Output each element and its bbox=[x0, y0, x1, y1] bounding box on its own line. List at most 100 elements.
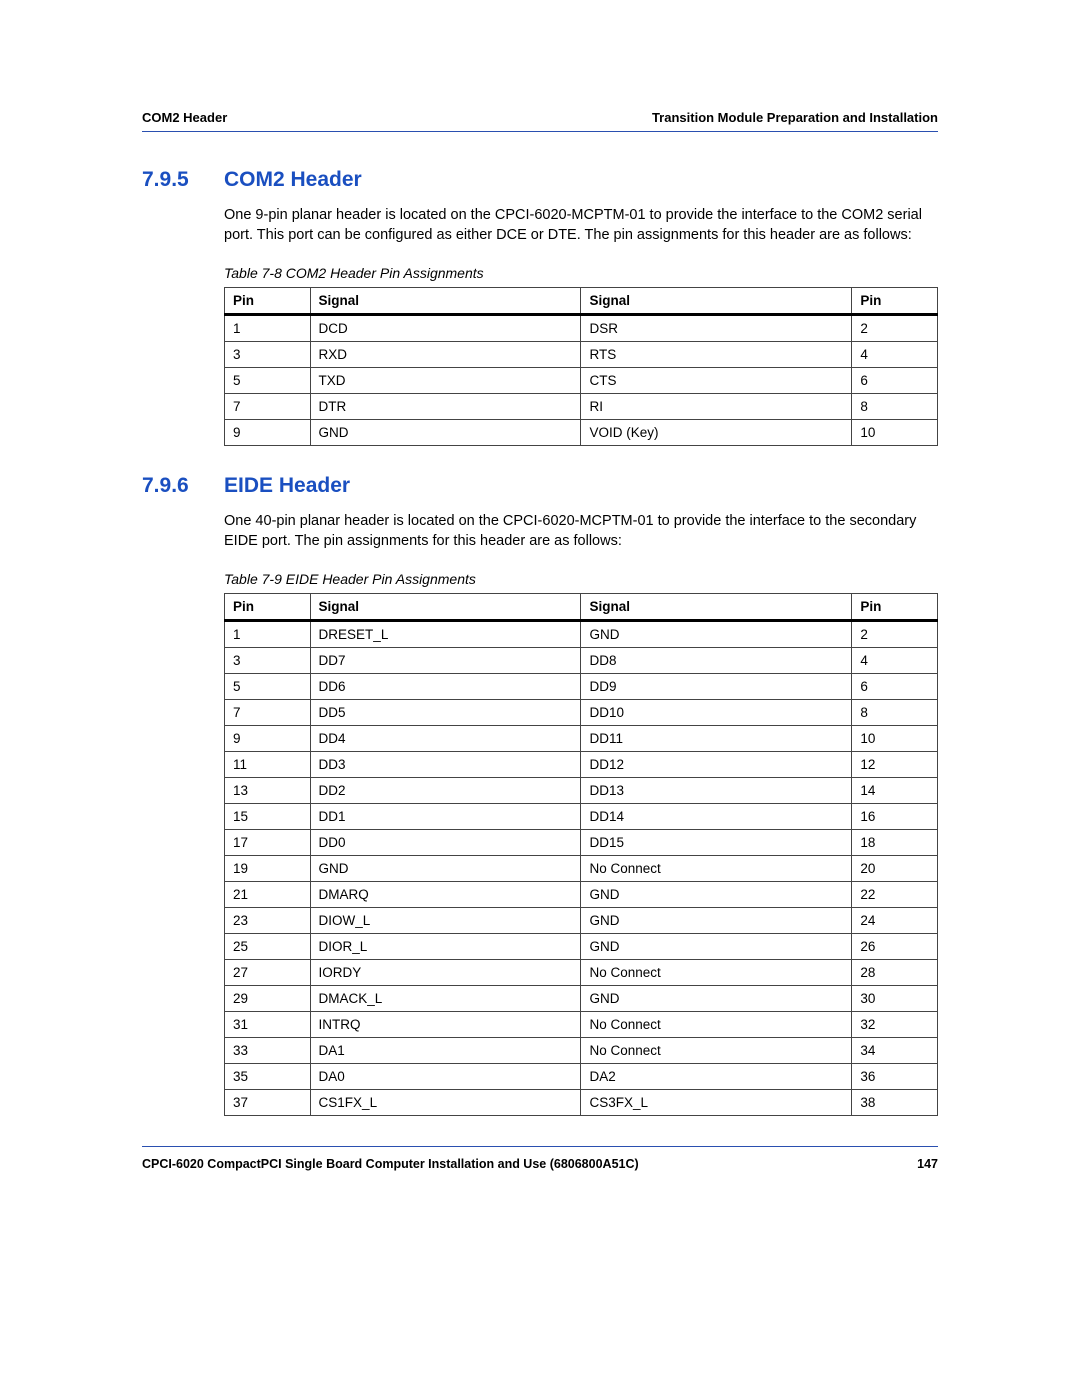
table-cell: 26 bbox=[852, 934, 938, 960]
section-heading-795: 7.9.5 COM2 Header bbox=[142, 168, 938, 192]
table-cell: 35 bbox=[225, 1064, 311, 1090]
table-cell: GND bbox=[581, 908, 852, 934]
table-cell: DD14 bbox=[581, 804, 852, 830]
table-cell: 8 bbox=[852, 394, 938, 420]
table-cell: 10 bbox=[852, 420, 938, 446]
table-row: 13DD2DD1314 bbox=[225, 778, 938, 804]
table-row: 5TXDCTS6 bbox=[225, 368, 938, 394]
table-cell: 1 bbox=[225, 315, 311, 342]
table-cell: 10 bbox=[852, 726, 938, 752]
table-cell: GND bbox=[581, 986, 852, 1012]
table-cell: 24 bbox=[852, 908, 938, 934]
table-cell: DD11 bbox=[581, 726, 852, 752]
table-cell: 36 bbox=[852, 1064, 938, 1090]
table-row: 23DIOW_LGND24 bbox=[225, 908, 938, 934]
table-cell: DMACK_L bbox=[310, 986, 581, 1012]
table-cell: 33 bbox=[225, 1038, 311, 1064]
table-cell: 2 bbox=[852, 315, 938, 342]
section-body-796: One 40-pin planar header is located on t… bbox=[224, 512, 938, 551]
header-right: Transition Module Preparation and Instal… bbox=[652, 110, 938, 125]
table-cell: 15 bbox=[225, 804, 311, 830]
table-row: 29DMACK_LGND30 bbox=[225, 986, 938, 1012]
table-cell: 31 bbox=[225, 1012, 311, 1038]
col-header: Pin bbox=[225, 594, 311, 621]
table-cell: 27 bbox=[225, 960, 311, 986]
table-cell: DD5 bbox=[310, 700, 581, 726]
table-row: 1DCDDSR2 bbox=[225, 315, 938, 342]
col-header: Pin bbox=[852, 288, 938, 315]
table-cell: DD9 bbox=[581, 674, 852, 700]
section-title: EIDE Header bbox=[224, 474, 350, 498]
table-cell: 16 bbox=[852, 804, 938, 830]
table-cell: DD7 bbox=[310, 648, 581, 674]
table-cell: No Connect bbox=[581, 1038, 852, 1064]
running-header: COM2 Header Transition Module Preparatio… bbox=[142, 110, 938, 132]
table-row: 35DA0DA236 bbox=[225, 1064, 938, 1090]
table-cell: DD12 bbox=[581, 752, 852, 778]
table-cell: DCD bbox=[310, 315, 581, 342]
header-left: COM2 Header bbox=[142, 110, 227, 125]
table-row: 17DD0DD1518 bbox=[225, 830, 938, 856]
table-header-row: Pin Signal Signal Pin bbox=[225, 594, 938, 621]
table-cell: GND bbox=[581, 882, 852, 908]
table-row: 21DMARQGND22 bbox=[225, 882, 938, 908]
table-row: 7DTRRI8 bbox=[225, 394, 938, 420]
table-cell: DD13 bbox=[581, 778, 852, 804]
table-cell: RI bbox=[581, 394, 852, 420]
table-row: 11DD3DD1212 bbox=[225, 752, 938, 778]
table-cell: 20 bbox=[852, 856, 938, 882]
table-cell: DIOR_L bbox=[310, 934, 581, 960]
table-cell: GND bbox=[581, 934, 852, 960]
table-cell: 12 bbox=[852, 752, 938, 778]
table-cell: DRESET_L bbox=[310, 621, 581, 648]
table-cell: 19 bbox=[225, 856, 311, 882]
table-row: 25DIOR_LGND26 bbox=[225, 934, 938, 960]
table-cell: 25 bbox=[225, 934, 311, 960]
table-cell: 6 bbox=[852, 674, 938, 700]
table-row: 7DD5DD108 bbox=[225, 700, 938, 726]
table-cell: DD3 bbox=[310, 752, 581, 778]
footer-right: 147 bbox=[917, 1157, 938, 1171]
table-cell: DD4 bbox=[310, 726, 581, 752]
table-cell: VOID (Key) bbox=[581, 420, 852, 446]
table-cell: 1 bbox=[225, 621, 311, 648]
running-footer: CPCI-6020 CompactPCI Single Board Comput… bbox=[142, 1146, 938, 1171]
table-cell: GND bbox=[310, 856, 581, 882]
table-body: 1DRESET_LGND23DD7DD845DD6DD967DD5DD1089D… bbox=[225, 621, 938, 1116]
table-cell: 34 bbox=[852, 1038, 938, 1064]
section-body-795: One 9-pin planar header is located on th… bbox=[224, 206, 938, 245]
table-cell: 29 bbox=[225, 986, 311, 1012]
table-cell: CTS bbox=[581, 368, 852, 394]
table-cell: 7 bbox=[225, 700, 311, 726]
table-78: Pin Signal Signal Pin 1DCDDSR23RXDRTS45T… bbox=[224, 287, 938, 446]
table-cell: 13 bbox=[225, 778, 311, 804]
table-cell: 5 bbox=[225, 674, 311, 700]
table-cell: 9 bbox=[225, 726, 311, 752]
table-row: 3DD7DD84 bbox=[225, 648, 938, 674]
section-number: 7.9.6 bbox=[142, 474, 224, 498]
table-cell: DD8 bbox=[581, 648, 852, 674]
table-caption-79: Table 7-9 EIDE Header Pin Assignments bbox=[224, 571, 938, 587]
section-heading-796: 7.9.6 EIDE Header bbox=[142, 474, 938, 498]
table-cell: 3 bbox=[225, 648, 311, 674]
table-cell: DSR bbox=[581, 315, 852, 342]
table-row: 27IORDYNo Connect28 bbox=[225, 960, 938, 986]
table-row: 3RXDRTS4 bbox=[225, 342, 938, 368]
section-title: COM2 Header bbox=[224, 168, 362, 192]
table-cell: IORDY bbox=[310, 960, 581, 986]
table-body: 1DCDDSR23RXDRTS45TXDCTS67DTRRI89GNDVOID … bbox=[225, 315, 938, 446]
table-cell: 18 bbox=[852, 830, 938, 856]
col-header: Signal bbox=[310, 594, 581, 621]
table-cell: 22 bbox=[852, 882, 938, 908]
table-cell: No Connect bbox=[581, 856, 852, 882]
table-row: 1DRESET_LGND2 bbox=[225, 621, 938, 648]
table-cell: DD15 bbox=[581, 830, 852, 856]
table-row: 31INTRQNo Connect32 bbox=[225, 1012, 938, 1038]
table-cell: TXD bbox=[310, 368, 581, 394]
table-cell: 5 bbox=[225, 368, 311, 394]
table-cell: 21 bbox=[225, 882, 311, 908]
col-header: Pin bbox=[225, 288, 311, 315]
table-cell: 7 bbox=[225, 394, 311, 420]
table-row: 37CS1FX_LCS3FX_L38 bbox=[225, 1090, 938, 1116]
table-cell: DD0 bbox=[310, 830, 581, 856]
